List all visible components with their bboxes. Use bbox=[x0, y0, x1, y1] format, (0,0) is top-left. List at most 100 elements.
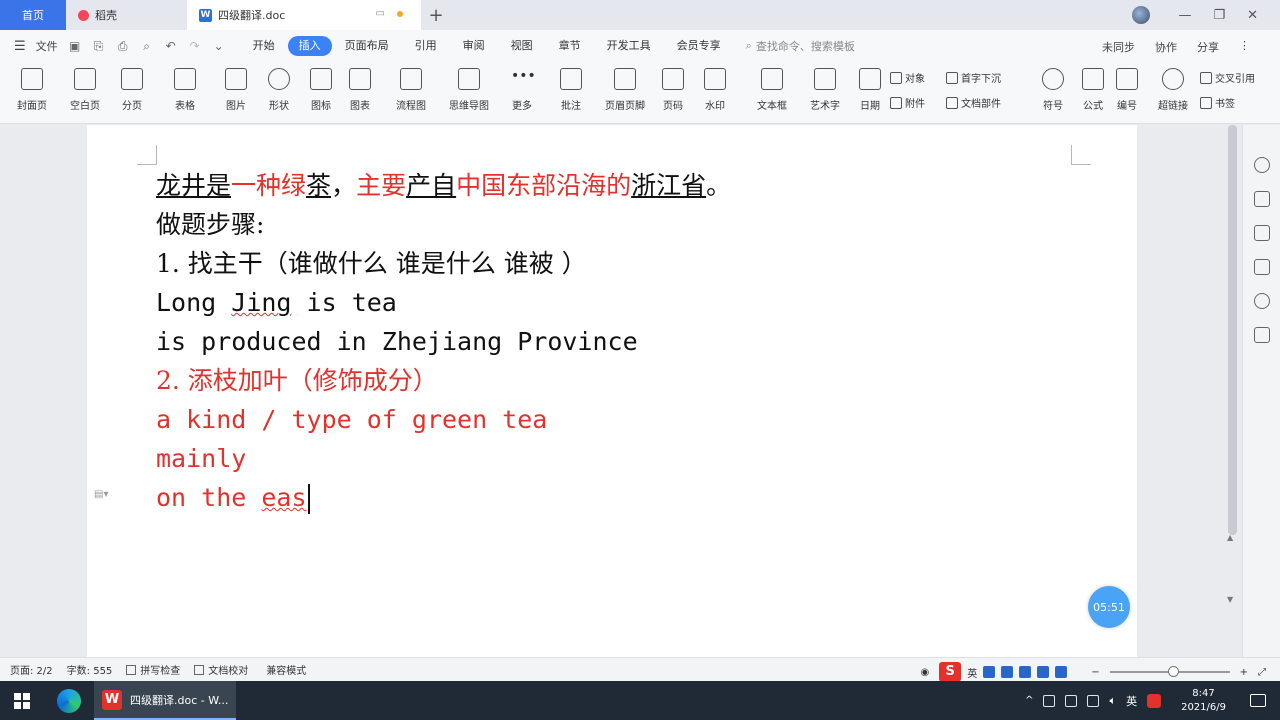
doc-parts-button[interactable]: 文档部件 bbox=[946, 95, 1001, 110]
mindmap-button[interactable]: 思维导图 bbox=[444, 66, 494, 112]
doc-line-chinese-sentence[interactable]: 龙井是一种绿茶，主要产自中国东部沿海的浙江省。 bbox=[156, 169, 731, 203]
scrollbar-thumb[interactable] bbox=[1228, 125, 1237, 535]
drop-cap-button[interactable]: 首字下沉 bbox=[946, 70, 1001, 85]
skin-icon[interactable] bbox=[1037, 666, 1050, 678]
tab-references[interactable]: 引用 bbox=[402, 36, 450, 56]
zoom-in-icon[interactable]: + bbox=[1240, 667, 1248, 678]
doc-line-on-the-east[interactable]: on the eas bbox=[156, 481, 310, 515]
file-menu[interactable]: 文件 bbox=[36, 38, 58, 54]
blank-page-button[interactable]: 空白页 bbox=[60, 66, 110, 112]
share-button[interactable]: 分享 bbox=[1197, 39, 1219, 55]
tab-developer[interactable]: 开发工具 bbox=[594, 36, 664, 56]
table-button[interactable]: 表格 bbox=[160, 66, 210, 112]
paragraph-handle-icon[interactable]: ▤▾ bbox=[94, 489, 108, 501]
zoom-knob[interactable] bbox=[1167, 666, 1179, 677]
menu-hamburger-icon[interactable]: ☰ bbox=[14, 39, 26, 54]
export-icon[interactable]: ⎘ bbox=[92, 39, 106, 54]
undo-icon[interactable]: ↶ bbox=[164, 39, 178, 53]
flowchart-button[interactable]: 流程图 bbox=[386, 66, 436, 112]
doc-line-kind-of-tea[interactable]: a kind / type of green tea bbox=[156, 403, 547, 437]
page-indicator[interactable]: 页面: 2/2 bbox=[10, 662, 53, 677]
sync-status[interactable]: 未同步 bbox=[1102, 39, 1135, 55]
cover-page-button[interactable]: 封面页 bbox=[7, 66, 57, 112]
clock[interactable]: 8:47 2021/6/9 bbox=[1181, 687, 1226, 715]
doc-line-long-jing[interactable]: Long Jing is tea bbox=[156, 286, 397, 320]
tab-insert[interactable]: 插入 bbox=[287, 36, 332, 56]
restore-icon[interactable]: ❐ bbox=[1213, 8, 1225, 23]
doc-line-mainly[interactable]: mainly bbox=[156, 442, 246, 476]
redo-icon[interactable]: ↷ bbox=[188, 39, 202, 53]
numbering-button[interactable]: 编号 bbox=[1102, 66, 1152, 112]
emoji-icon[interactable] bbox=[983, 666, 996, 678]
tab-start[interactable]: 开始 bbox=[240, 36, 288, 56]
edge-browser-button[interactable] bbox=[44, 681, 94, 720]
volume-icon[interactable]: 🔈︎ bbox=[1109, 694, 1116, 708]
start-button[interactable] bbox=[0, 681, 44, 720]
chevron-down-icon[interactable]: ⌄ bbox=[212, 39, 226, 53]
save-icon[interactable]: ▣ bbox=[68, 39, 82, 53]
input-icon[interactable] bbox=[1065, 694, 1078, 707]
comment-button[interactable]: 批注 bbox=[546, 66, 596, 112]
keyboard-icon[interactable] bbox=[1019, 666, 1032, 678]
ime-mode-icon[interactable]: 英 bbox=[967, 665, 977, 680]
textbox-button[interactable]: 文本框 bbox=[747, 66, 797, 112]
monitor-icon[interactable]: ▭ bbox=[376, 8, 385, 19]
backup-icon[interactable] bbox=[1254, 327, 1270, 343]
new-tab-button[interactable]: + bbox=[421, 0, 451, 30]
doc-line-steps-heading[interactable]: 做题步骤: bbox=[156, 208, 264, 242]
collaborate-button[interactable]: 协作 bbox=[1155, 39, 1177, 55]
tab-review[interactable]: 审阅 bbox=[450, 36, 498, 56]
edit-pen-icon[interactable] bbox=[1254, 191, 1270, 207]
voice-icon[interactable] bbox=[1001, 666, 1014, 678]
cross-reference-button[interactable]: 交叉引用 bbox=[1200, 70, 1255, 85]
zoom-slider[interactable] bbox=[1109, 666, 1230, 677]
wps-taskbar-app[interactable]: W 四级翻译.doc - W... bbox=[94, 681, 236, 720]
attachment-button[interactable]: 附件 bbox=[890, 95, 925, 110]
vertical-scrollbar[interactable]: ▲ ▼ bbox=[1226, 125, 1240, 657]
scroll-down-icon[interactable]: ▼ bbox=[1227, 595, 1233, 604]
spell-check-toggle[interactable]: 拼写检查 bbox=[126, 662, 180, 677]
object-button[interactable]: 对象 bbox=[890, 70, 925, 85]
tab-page-layout[interactable]: 页面布局 bbox=[332, 36, 402, 56]
scroll-up-icon[interactable]: ▲ bbox=[1227, 533, 1233, 542]
doc-line-step2[interactable]: 2. 添枝加叶（修饰成分） bbox=[156, 364, 438, 398]
print-icon[interactable]: ⎙ bbox=[116, 39, 130, 54]
date-button[interactable]: 日期 bbox=[845, 66, 895, 112]
help-icon[interactable] bbox=[1254, 293, 1270, 309]
toolbox-icon[interactable] bbox=[1055, 666, 1068, 678]
more-button[interactable]: ••• 更多 bbox=[497, 66, 547, 112]
watermark-button[interactable]: 水印 bbox=[690, 66, 740, 112]
network-icon[interactable] bbox=[1087, 694, 1100, 707]
recording-timer[interactable]: 05:51 bbox=[1088, 586, 1130, 628]
tab-home[interactable]: 首页 bbox=[0, 0, 66, 30]
doc-line-produced[interactable]: is produced in Zhejiang Province bbox=[156, 325, 638, 359]
zoom-out-icon[interactable]: − bbox=[1091, 667, 1099, 678]
sogou-ime-icon[interactable]: S bbox=[939, 662, 962, 682]
eye-protection-icon[interactable]: ◉ bbox=[920, 667, 929, 678]
doc-line-step1[interactable]: 1. 找主干（谁做什么 谁是什么 谁被 ） bbox=[156, 247, 587, 281]
select-cursor-icon[interactable] bbox=[1254, 225, 1270, 241]
word-count[interactable]: 字数: 555 bbox=[67, 662, 113, 677]
command-search[interactable]: ⌕ 查找命令、搜索模板 bbox=[746, 38, 855, 54]
page-break-button[interactable]: 分页 bbox=[107, 66, 157, 112]
minimize-icon[interactable]: — bbox=[1178, 8, 1191, 23]
print-preview-icon[interactable]: ⌕ bbox=[140, 39, 154, 54]
tray-expand-icon[interactable]: ^ bbox=[1025, 695, 1033, 706]
wordart-button[interactable]: 艺术字 bbox=[800, 66, 850, 112]
more-menu-icon[interactable]: ⋮ bbox=[1239, 39, 1250, 55]
bookmark-button[interactable]: 书签 bbox=[1200, 95, 1235, 110]
close-icon[interactable]: ✕ bbox=[1247, 8, 1258, 23]
notification-icon[interactable] bbox=[1250, 694, 1266, 707]
tab-document[interactable]: W 四级翻译.doc ▭ bbox=[187, 0, 421, 30]
adjust-sliders-icon[interactable] bbox=[1254, 259, 1270, 275]
document-page[interactable]: 龙井是一种绿茶，主要产自中国东部沿海的浙江省。 做题步骤: 1. 找主干（谁做什… bbox=[87, 125, 1137, 657]
expand-icon[interactable]: ⤢ bbox=[1258, 667, 1266, 678]
tab-member[interactable]: 会员专享 bbox=[664, 36, 734, 56]
tab-section[interactable]: 章节 bbox=[546, 36, 594, 56]
rocket-icon[interactable] bbox=[1254, 157, 1270, 173]
tab-daoke[interactable]: 稻壳 bbox=[66, 0, 187, 30]
header-footer-button[interactable]: 页眉页脚 bbox=[600, 66, 650, 112]
security-icon[interactable] bbox=[1043, 694, 1056, 707]
avatar[interactable] bbox=[1132, 6, 1151, 24]
language-indicator[interactable]: 英 bbox=[1126, 693, 1137, 709]
